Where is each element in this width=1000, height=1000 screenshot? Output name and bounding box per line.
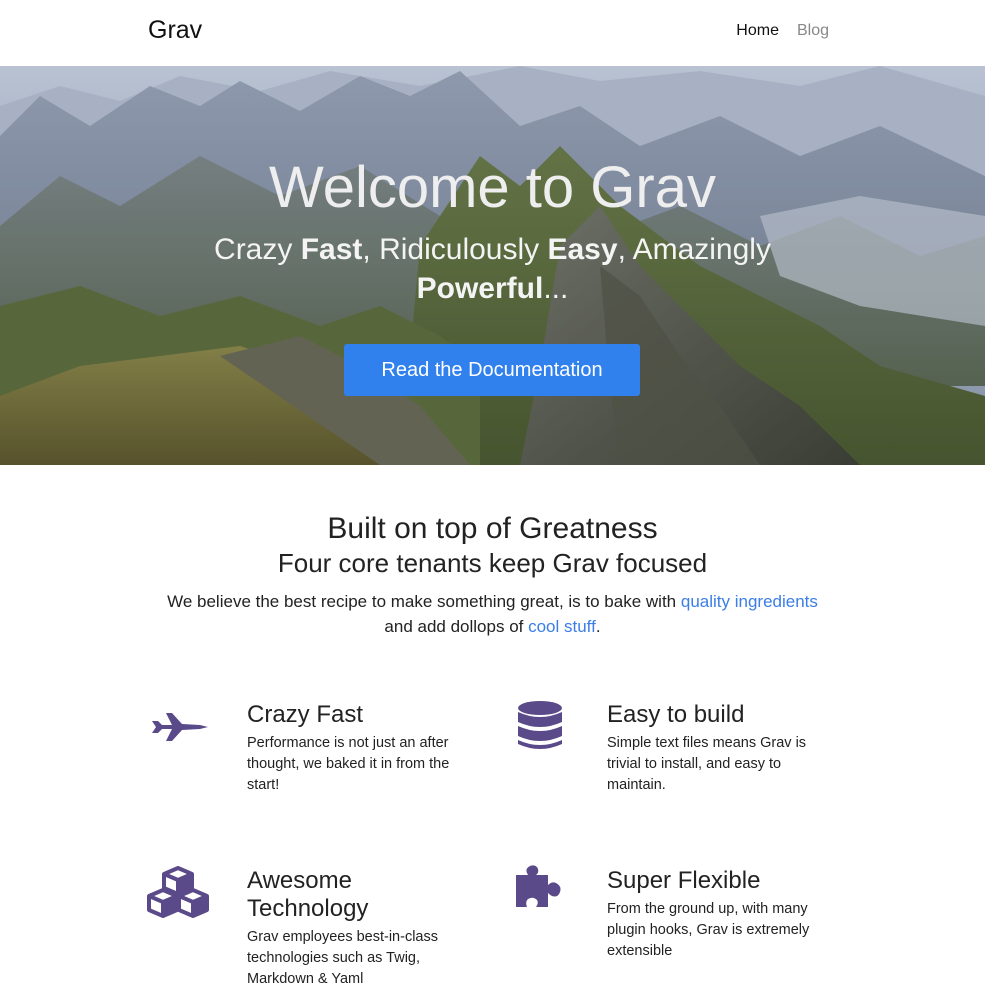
read-documentation-button[interactable]: Read the Documentation: [344, 344, 640, 396]
feature-title: Super Flexible: [607, 867, 761, 894]
fighter-jet-icon: [152, 713, 208, 741]
feature-title: Awesome Technology: [247, 867, 369, 922]
section-desc-text: .: [595, 617, 601, 636]
feature-description: From the ground up, with many plugin hoo…: [607, 901, 810, 959]
hero-banner: Welcome to Grav Crazy Fast, Ridiculously…: [0, 66, 985, 465]
section-title: Built on top of Greatness: [327, 512, 658, 545]
hero-content: Welcome to Grav Crazy Fast, Ridiculously…: [0, 66, 985, 465]
feature-title: Easy to build: [607, 701, 745, 728]
nav-link-home[interactable]: Home: [736, 22, 779, 40]
section-subtitle: Four core tenants keep Grav focused: [277, 548, 708, 578]
navbar: Grav Home Blog: [0, 0, 1000, 66]
hero-subtitle-text: , Amazingly: [617, 233, 771, 266]
hero-subtitle-bold: Fast: [300, 233, 363, 266]
hero-subtitle-text: Crazy: [214, 233, 301, 266]
hero-subtitle-text: ...: [543, 272, 569, 305]
hero-subtitle-bold: Powerful: [416, 272, 544, 305]
feature-title: Crazy Fast: [247, 701, 364, 728]
database-icon: [518, 701, 562, 749]
nav-links: Home Blog: [736, 22, 829, 40]
hero-title: Welcome to Grav: [269, 155, 716, 220]
hero-subtitle-bold: Easy: [547, 233, 618, 266]
feature-crazy-fast: Crazy Fast Performance is not just an af…: [148, 701, 478, 811]
feature-description: Grav employees best-in-class technologie…: [247, 929, 438, 987]
feature-easy-to-build: Easy to build Simple text files means Gr…: [508, 701, 838, 811]
hero-subtitle-text: , Ridiculously: [362, 233, 548, 266]
feature-description: Simple text files means Grav is trivial …: [607, 735, 807, 793]
feature-awesome-technology: Awesome Technology Grav employees best-i…: [147, 866, 478, 997]
section-description: We believe the best recipe to make somet…: [150, 589, 835, 639]
section-desc-text: and add dollops of: [384, 617, 529, 636]
nav-link-blog[interactable]: Blog: [797, 22, 829, 40]
brand-logo[interactable]: Grav: [148, 16, 202, 45]
feature-super-flexible: Super Flexible From the ground up, with …: [508, 865, 838, 977]
quality-ingredients-link[interactable]: quality ingredients: [681, 592, 818, 611]
feature-description: Performance is not just an after thought…: [247, 735, 450, 793]
cool-stuff-link[interactable]: cool stuff: [528, 617, 596, 636]
hero-subtitle: Crazy Fast, Ridiculously Easy, Amazingly…: [190, 230, 795, 308]
puzzle-piece-icon: [516, 865, 561, 907]
cubes-icon: [147, 866, 209, 918]
section-desc-text: We believe the best recipe to make somet…: [167, 592, 681, 611]
